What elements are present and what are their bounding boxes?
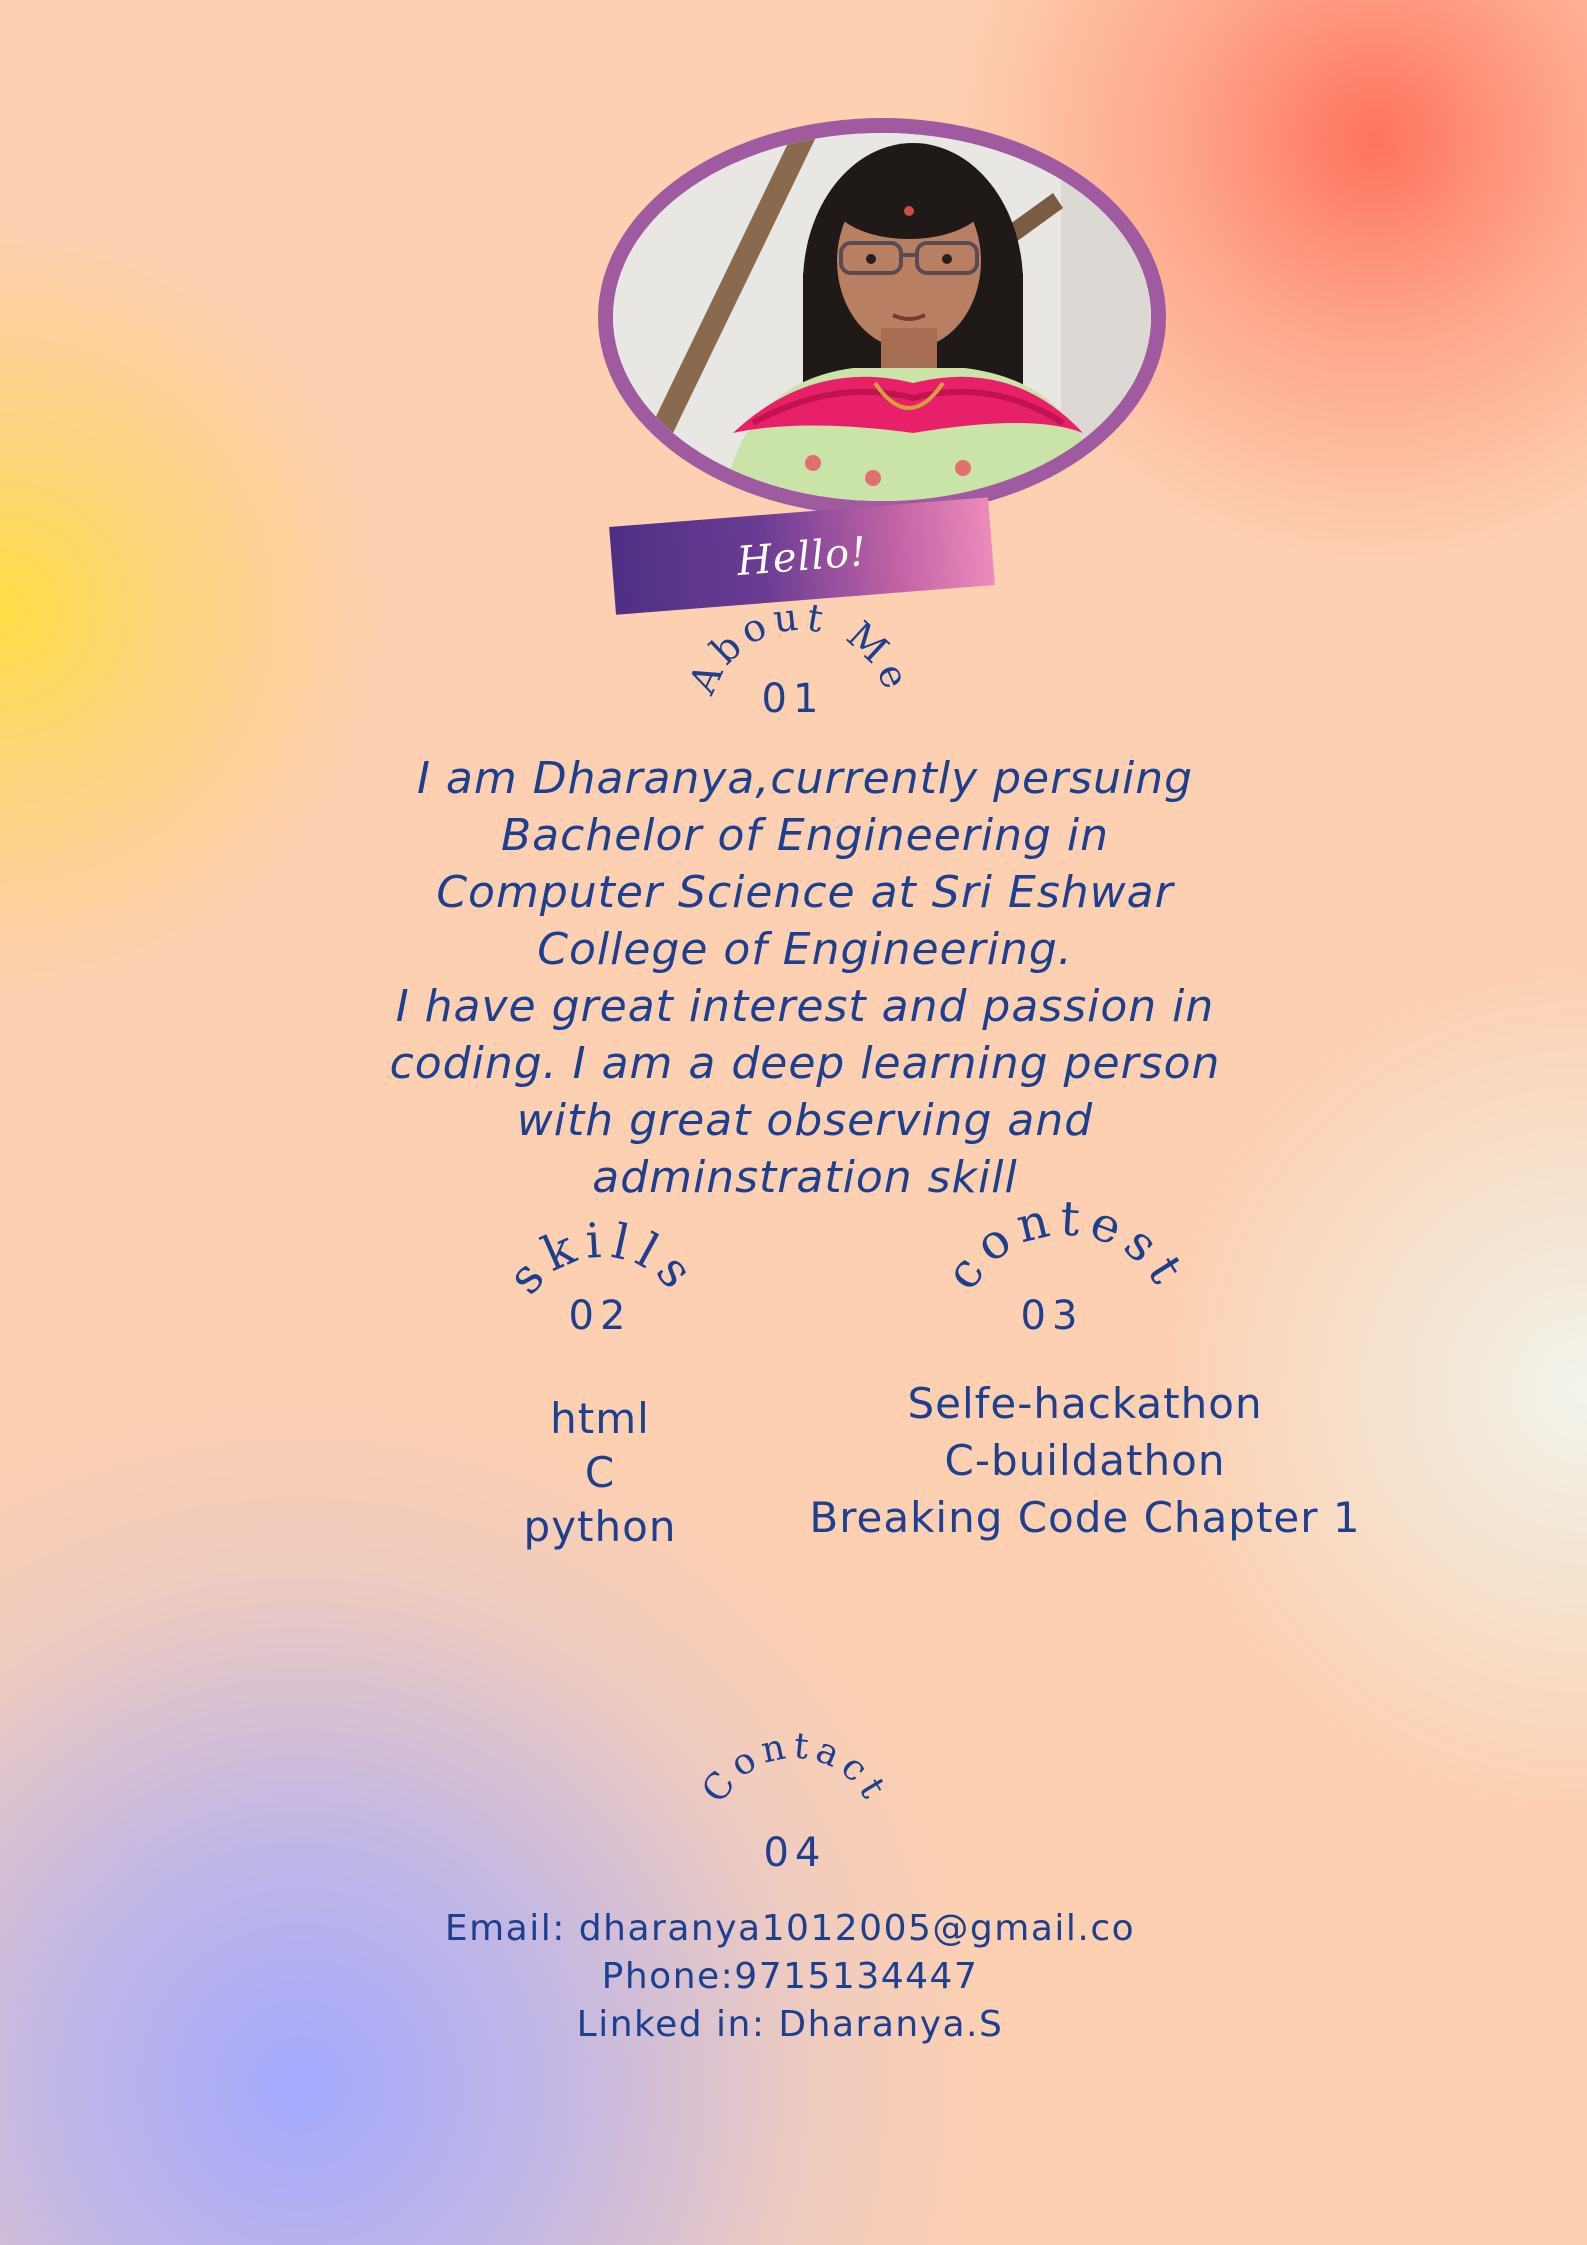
contact-number: 04	[763, 1830, 827, 1876]
profile-photo-frame	[598, 118, 1166, 516]
hello-text: Hello!	[735, 528, 869, 586]
skill-item: python	[523, 1502, 677, 1551]
contest-item: Breaking Code Chapter 1	[809, 1493, 1361, 1542]
skill-item: C	[584, 1448, 616, 1497]
contest-list: Selfe-hackathon C-buildathon Breaking Co…	[790, 1375, 1380, 1546]
profile-photo	[613, 133, 1151, 501]
contest-item: C-buildathon	[944, 1436, 1226, 1485]
linkedin-text: Linked in: Dharanya.S	[576, 2004, 1004, 2045]
skills-number: 02	[568, 1293, 632, 1339]
about-number: 01	[761, 676, 825, 722]
email-text: Email: dharanya1012005@gmail.co	[444, 1908, 1136, 1949]
contest-number: 03	[1020, 1293, 1084, 1339]
contest-item: Selfe-hackathon	[907, 1379, 1263, 1428]
contact-details: Email: dharanya1012005@gmail.co Phone:97…	[440, 1905, 1140, 2049]
phone-text: Phone:9715134447	[601, 1956, 979, 1997]
about-text: I am Dharanya,currently persuing Bachelo…	[389, 753, 1221, 1203]
skill-item: html	[550, 1394, 650, 1443]
skills-list: html C python	[450, 1392, 750, 1554]
portrait-illustration	[613, 133, 1151, 501]
